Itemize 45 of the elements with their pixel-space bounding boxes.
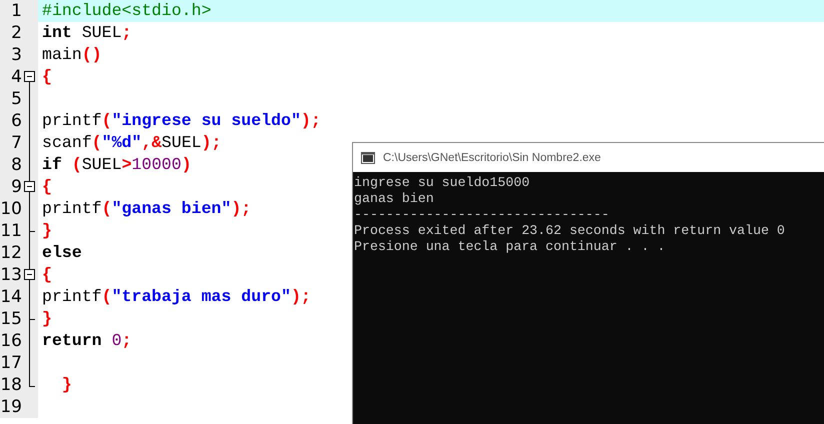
code-line: printf("ganas bien"); [42,198,252,220]
line-number: 10 [0,198,22,220]
code-line: if (SUEL>10000) [42,154,192,176]
line-number: 2 [10,22,22,44]
collapse-icon[interactable] [24,269,35,280]
window-title: C:\Users\GNet\Escritorio\Sin Nombre2.exe [383,152,601,164]
code-line: #include<stdio.h> [42,0,212,22]
code-line: } [42,220,52,242]
console-output-line: ganas bien [354,191,434,206]
code-line: main() [42,44,102,66]
line-number: 3 [10,44,22,66]
line-number: 8 [10,154,22,176]
line-number: 15 [0,308,22,330]
collapse-icon[interactable] [24,181,35,192]
code-line: printf("ingrese su sueldo"); [42,110,321,132]
code-line: int SUEL; [42,22,132,44]
line-number: 5 [10,88,22,110]
line-number: 9 [10,176,22,198]
line-number: 19 [0,396,22,418]
line-number: 13 [0,264,22,286]
code-line: return 0; [42,330,132,352]
line-number: 11 [0,220,22,242]
collapse-icon[interactable] [24,71,35,82]
code-line: } [42,308,52,330]
line-number: 16 [0,330,22,352]
line-number: 12 [0,242,22,264]
console-output-line: -------------------------------- [354,207,610,222]
code-line: } [60,374,72,396]
code-line: printf("trabaja mas duro"); [42,286,311,308]
code-line: { [42,176,52,198]
line-number: 6 [10,110,22,132]
code-line: { [42,66,52,88]
line-number: 14 [0,286,22,308]
line-number: 4 [10,66,22,88]
code-line: { [42,264,52,286]
console-output-line: ingrese su sueldo15000 [354,175,530,190]
console-icon [361,152,375,164]
code-line: scanf("%d",&SUEL); [42,132,222,154]
line-number: 1 [10,0,22,22]
line-number: 17 [0,352,22,374]
code-line: else [42,242,82,264]
console-output-line: Process exited after 23.62 seconds with return value 0 [354,223,785,238]
line-number: 18 [0,374,22,396]
console-output-line: Presione una tecla para continuar . . . [354,239,666,254]
line-number: 7 [10,132,22,154]
